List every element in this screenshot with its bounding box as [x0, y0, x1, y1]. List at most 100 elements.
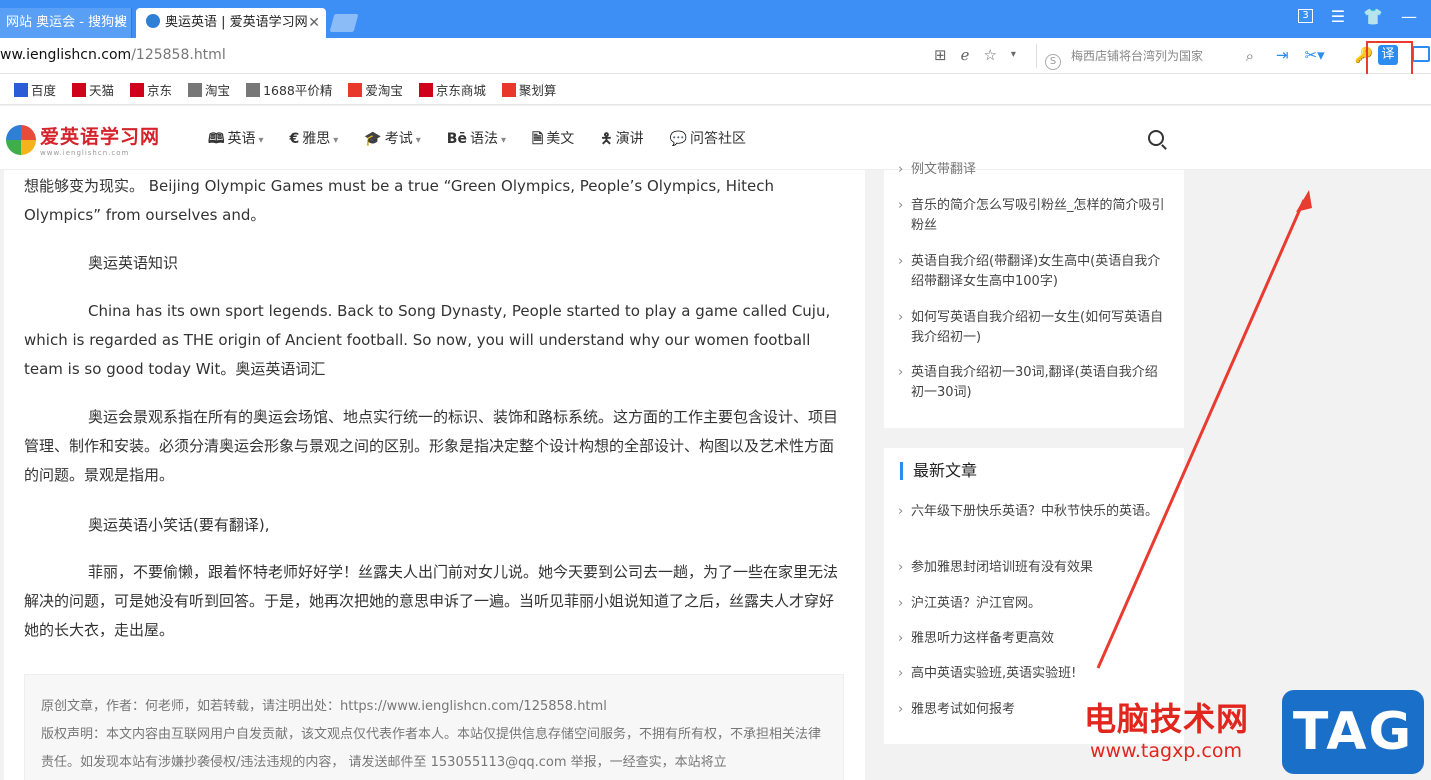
toolbar-tools: ⇥ ✂▾ 🔑 [1276, 46, 1373, 64]
bookmark-icon [501, 82, 516, 97]
skin-icon[interactable]: 👕 [1363, 7, 1383, 26]
bookmark-label: 京东 [147, 82, 173, 98]
bookmark-icon [348, 82, 363, 97]
section-title: 最新文章 [900, 462, 977, 480]
address-icons: ⊞ ℯ ☆ ▾ [934, 46, 1016, 64]
search-placeholder: 梅西店铺将台湾列为国家 [1071, 49, 1204, 63]
article-content: 想能够变为现实。 Beijing Olympic Games must be a… [4, 170, 865, 780]
bookmark-label: 爱淘宝 [365, 82, 403, 98]
sidebar-panel-icon[interactable] [1412, 46, 1430, 62]
bookmark-label: 京东商城 [435, 82, 486, 98]
list-item[interactable]: 音乐的简介怎么写吸引粉丝_怎样的简介吸引粉丝 [898, 196, 1168, 236]
nav-speech[interactable]: 🯅 演讲 [600, 128, 643, 152]
bookmark-icon [130, 82, 145, 97]
nav-essays[interactable]: 🗎 美文 [532, 128, 574, 152]
address-bar: ww.ienglishcn.com/125858.html ⊞ ℯ ☆ ▾ S梅… [0, 38, 1431, 74]
window-controls: 3 ☰ 👕 — [1298, 0, 1431, 32]
logo-text: 爱英语学习网 [40, 126, 161, 148]
bookmark-item[interactable]: 百度 [14, 80, 56, 99]
watermark-url: www.tagxp.com [1090, 740, 1242, 762]
bookmark-item[interactable]: 聚划算 [501, 80, 557, 99]
person-icon: 🯅 [600, 131, 613, 147]
bookmark-label: 聚划算 [518, 82, 557, 98]
article-subheading: 奥运英语小笑话(要有翻译), [88, 516, 270, 534]
ie-icon[interactable]: ℯ [961, 46, 970, 64]
login-icon[interactable]: ⇥ [1276, 46, 1289, 64]
list-item[interactable]: 如何写英语自我介绍初一女生(如何写英语自我介绍初一) [898, 308, 1168, 348]
euro-icon: € [289, 131, 300, 147]
close-icon[interactable]: ✕ [113, 8, 125, 38]
browser-tab-bar: 网站 奥运会 - 搜狗搜 ✕ 奥运英语 | 爱英语学习网 ✕ 3 ☰ 👕 — [0, 0, 1431, 38]
article-paragraph: 奥运会景观系指在所有的奥运会场馆、地点实行统一的标识、装饰和路标系统。这方面的工… [24, 408, 839, 484]
bookmark-icon [188, 82, 203, 97]
copyright-statement: 版权声明：本文内容由互联网用户自发贡献，该文观点仅代表作者本人。本站仅提供信息存… [41, 727, 822, 770]
bookmark-label: 天猫 [89, 82, 115, 98]
article-paragraph: 菲丽，不要偷懒，跟着怀特老师好好学！丝露夫人出门前对女儿说。她今天要到公司去一趟… [24, 563, 839, 639]
bookmark-item[interactable]: 爱淘宝 [348, 80, 403, 99]
bookmark-icon [418, 82, 433, 97]
sogou-icon: S [1045, 54, 1061, 70]
bookmark-label: 1688平价精 [263, 82, 333, 98]
graduation-cap-icon: 🎓 [364, 131, 382, 147]
list-item[interactable]: 英语自我介绍(带翻译)女生高中(英语自我介绍带翻译女生高中100字) [898, 252, 1168, 292]
url-field[interactable]: ww.ienglishcn.com/125858.html [0, 47, 226, 63]
nav-exam[interactable]: 🎓 考试 ▾ [364, 128, 420, 152]
nav-english[interactable]: 🕮 英语 ▾ [208, 128, 264, 152]
source-note: 原创文章，作者：何老师，如若转载，请注明出处：https://www.iengl… [41, 699, 607, 714]
favicon-icon [146, 14, 160, 28]
search-input[interactable]: S 梅西店铺将台湾列为国家 ⌕ [1036, 44, 1258, 70]
new-tab-button[interactable] [329, 14, 359, 32]
site-nav: 🕮 英语 ▾ € 雅思 ▾ 🎓 考试 ▾ Bē 语法 ▾ 🗎 美文 🯅 演讲 💬 问答社区 [208, 128, 746, 152]
bookmark-icon [72, 82, 87, 97]
bookmark-label: 淘宝 [205, 82, 231, 98]
nav-ielts[interactable]: € 雅思 ▾ [290, 128, 339, 152]
list-item[interactable]: 六年级下册快乐英语？中秋节快乐的英语。 [898, 502, 1168, 522]
article-paragraph: 想能够变为现实。 Beijing Olympic Games must be a… [24, 177, 775, 224]
list-item[interactable]: 例文带翻译 [898, 160, 1168, 180]
close-icon[interactable]: ✕ [308, 8, 320, 38]
be-icon: Bē [446, 131, 467, 147]
chat-icon: 💬 [669, 131, 688, 147]
qrcode-icon[interactable]: ⊞ [934, 46, 947, 64]
watermark-text: 电脑技术网 [1084, 700, 1250, 738]
bookmark-item[interactable]: 天猫 [72, 80, 114, 99]
list-item[interactable]: 高中英语实验班,英语实验班! [898, 664, 1168, 684]
search-icon[interactable]: ⌕ [1246, 44, 1254, 68]
site-search-icon[interactable] [1148, 130, 1164, 146]
url-domain: ww.ienglishcn.com [0, 47, 132, 63]
related-articles-panel: 例文带翻译 音乐的简介怎么写吸引粉丝_怎样的简介吸引粉丝 英语自我介绍(带翻译)… [884, 160, 1184, 428]
bookmark-item[interactable]: 1688平价精 [246, 80, 332, 99]
site-logo[interactable]: 爱英语学习网 www.ienglishcn.com [6, 122, 160, 157]
logo-icon [6, 124, 36, 155]
copyright-notice: 原创文章，作者：何老师，如若转载，请注明出处：https://www.iengl… [24, 674, 844, 780]
tab-label: 网站 奥运会 - 搜狗搜 [6, 15, 128, 30]
bookmarks-bar: 百度 天猫 京东 淘宝 1688平价精 爱淘宝 京东商城 聚划算 [0, 74, 1431, 105]
watermark-logo: TAG [1282, 690, 1424, 774]
tab-sogou[interactable]: 网站 奥运会 - 搜狗搜 ✕ [0, 8, 132, 38]
bookmark-label: 百度 [31, 82, 57, 98]
list-item[interactable]: 参加雅思封闭培训班有没有效果 [898, 558, 1168, 578]
article-paragraph: China has its own sport legends. Back to… [24, 302, 831, 378]
list-item[interactable]: 英语自我介绍初一30词,翻译(英语自我介绍初一30词) [898, 363, 1168, 403]
bookmark-icon [14, 82, 28, 97]
star-icon[interactable]: ☆ [983, 46, 996, 64]
nav-grammar[interactable]: Bē 语法 ▾ [447, 128, 506, 152]
book-icon: 🕮 [208, 131, 225, 147]
tab-active[interactable]: 奥运英语 | 爱英语学习网 ✕ [136, 8, 326, 38]
nav-community[interactable]: 💬 问答社区 [670, 128, 746, 152]
chevron-down-icon[interactable]: ▾ [1011, 46, 1016, 64]
minimize-icon[interactable]: — [1401, 7, 1417, 26]
bookmark-icon [246, 82, 261, 97]
list-item[interactable]: 沪江英语？沪江官网。 [898, 594, 1168, 614]
tab-label: 奥运英语 | 爱英语学习网 [165, 15, 308, 30]
scissors-icon[interactable]: ✂▾ [1305, 46, 1325, 64]
list-item[interactable]: 雅思听力这样备考更高效 [898, 629, 1168, 649]
site-header: 爱英语学习网 www.ienglishcn.com 🕮 英语 ▾ € 雅思 ▾ 🎓 考试 ▾… [0, 106, 1431, 170]
tab-count-badge[interactable]: 3 [1298, 9, 1313, 23]
bookmark-item[interactable]: 京东商城 [418, 80, 486, 99]
bookmark-item[interactable]: 京东 [130, 80, 172, 99]
menu-icon[interactable]: ☰ [1331, 7, 1345, 26]
article-subheading: 奥运英语知识 [88, 254, 179, 272]
bookmark-item[interactable]: 淘宝 [188, 80, 230, 99]
url-path: /125858.html [131, 47, 226, 63]
